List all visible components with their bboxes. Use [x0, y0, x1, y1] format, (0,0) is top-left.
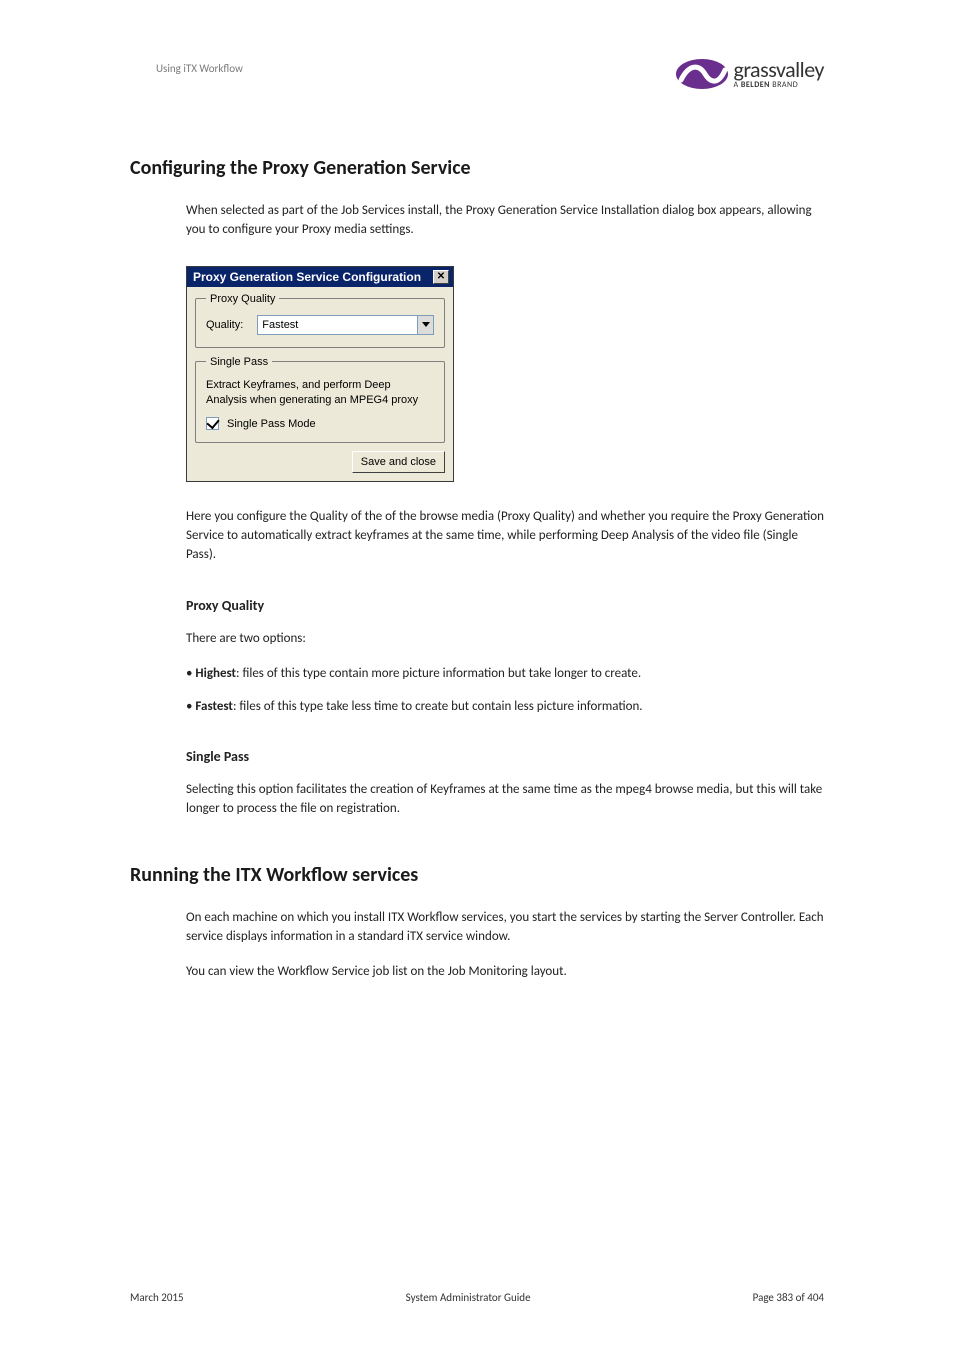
groupbox-proxy-quality-legend: Proxy Quality: [206, 293, 279, 305]
subheading-proxy-quality: Proxy Quality: [186, 597, 824, 614]
breadcrumb: Using iTX Workflow: [130, 56, 243, 75]
dialog-titlebar: Proxy Generation Service Configuration ✕: [187, 267, 453, 287]
logo-text: grassvalley: [733, 59, 824, 81]
single-pass-checkbox[interactable]: [206, 417, 219, 430]
groupbox-proxy-quality: Proxy Quality Quality: Fastest: [195, 293, 445, 348]
intro-paragraph: When selected as part of the Job Service…: [186, 202, 824, 240]
single-pass-checkbox-label: Single Pass Mode: [227, 418, 316, 430]
footer-doc-title: System Administrator Guide: [406, 1291, 531, 1304]
proxy-quality-intro: There are two options:: [186, 630, 824, 649]
quality-dropdown-value: Fastest: [262, 319, 298, 331]
chevron-down-icon[interactable]: [417, 316, 433, 334]
page-header: Using iTX Workflow grassvalley A BELDEN …: [130, 56, 824, 92]
section-heading-configuring: Configuring the Proxy Generation Service: [130, 156, 824, 180]
proxy-generation-dialog: Proxy Generation Service Configuration ✕…: [186, 266, 454, 483]
running-paragraph-2: You can view the Workflow Service job li…: [186, 963, 824, 982]
bullet-fastest: • Fastest: files of this type take less …: [186, 698, 824, 717]
brand-logo: grassvalley A BELDEN BRAND: [675, 56, 824, 92]
quality-label: Quality:: [206, 319, 243, 331]
grassvalley-mark-icon: [675, 56, 729, 92]
groupbox-single-pass-legend: Single Pass: [206, 356, 272, 368]
page-footer: March 2015 System Administrator Guide Pa…: [130, 1291, 824, 1304]
groupbox-single-pass: Single Pass Extract Keyframes, and perfo…: [195, 356, 445, 444]
dialog-title-text: Proxy Generation Service Configuration: [193, 270, 421, 284]
section-heading-running: Running the ITX Workflow services: [130, 863, 824, 887]
single-pass-description: Extract Keyframes, and perform Deep Anal…: [206, 378, 434, 408]
after-dialog-paragraph: Here you configure the Quality of the of…: [186, 508, 824, 565]
quality-dropdown[interactable]: Fastest: [257, 315, 434, 335]
footer-page-number: Page 383 of 404: [753, 1291, 824, 1304]
running-paragraph-1: On each machine on which you install ITX…: [186, 909, 824, 947]
close-icon[interactable]: ✕: [433, 270, 449, 284]
bullet-highest: • Highest: files of this type contain mo…: [186, 665, 824, 684]
subheading-single-pass: Single Pass: [186, 748, 824, 765]
save-and-close-button[interactable]: Save and close: [352, 451, 445, 473]
single-pass-paragraph: Selecting this option facilitates the cr…: [186, 781, 824, 819]
footer-date: March 2015: [130, 1291, 184, 1304]
